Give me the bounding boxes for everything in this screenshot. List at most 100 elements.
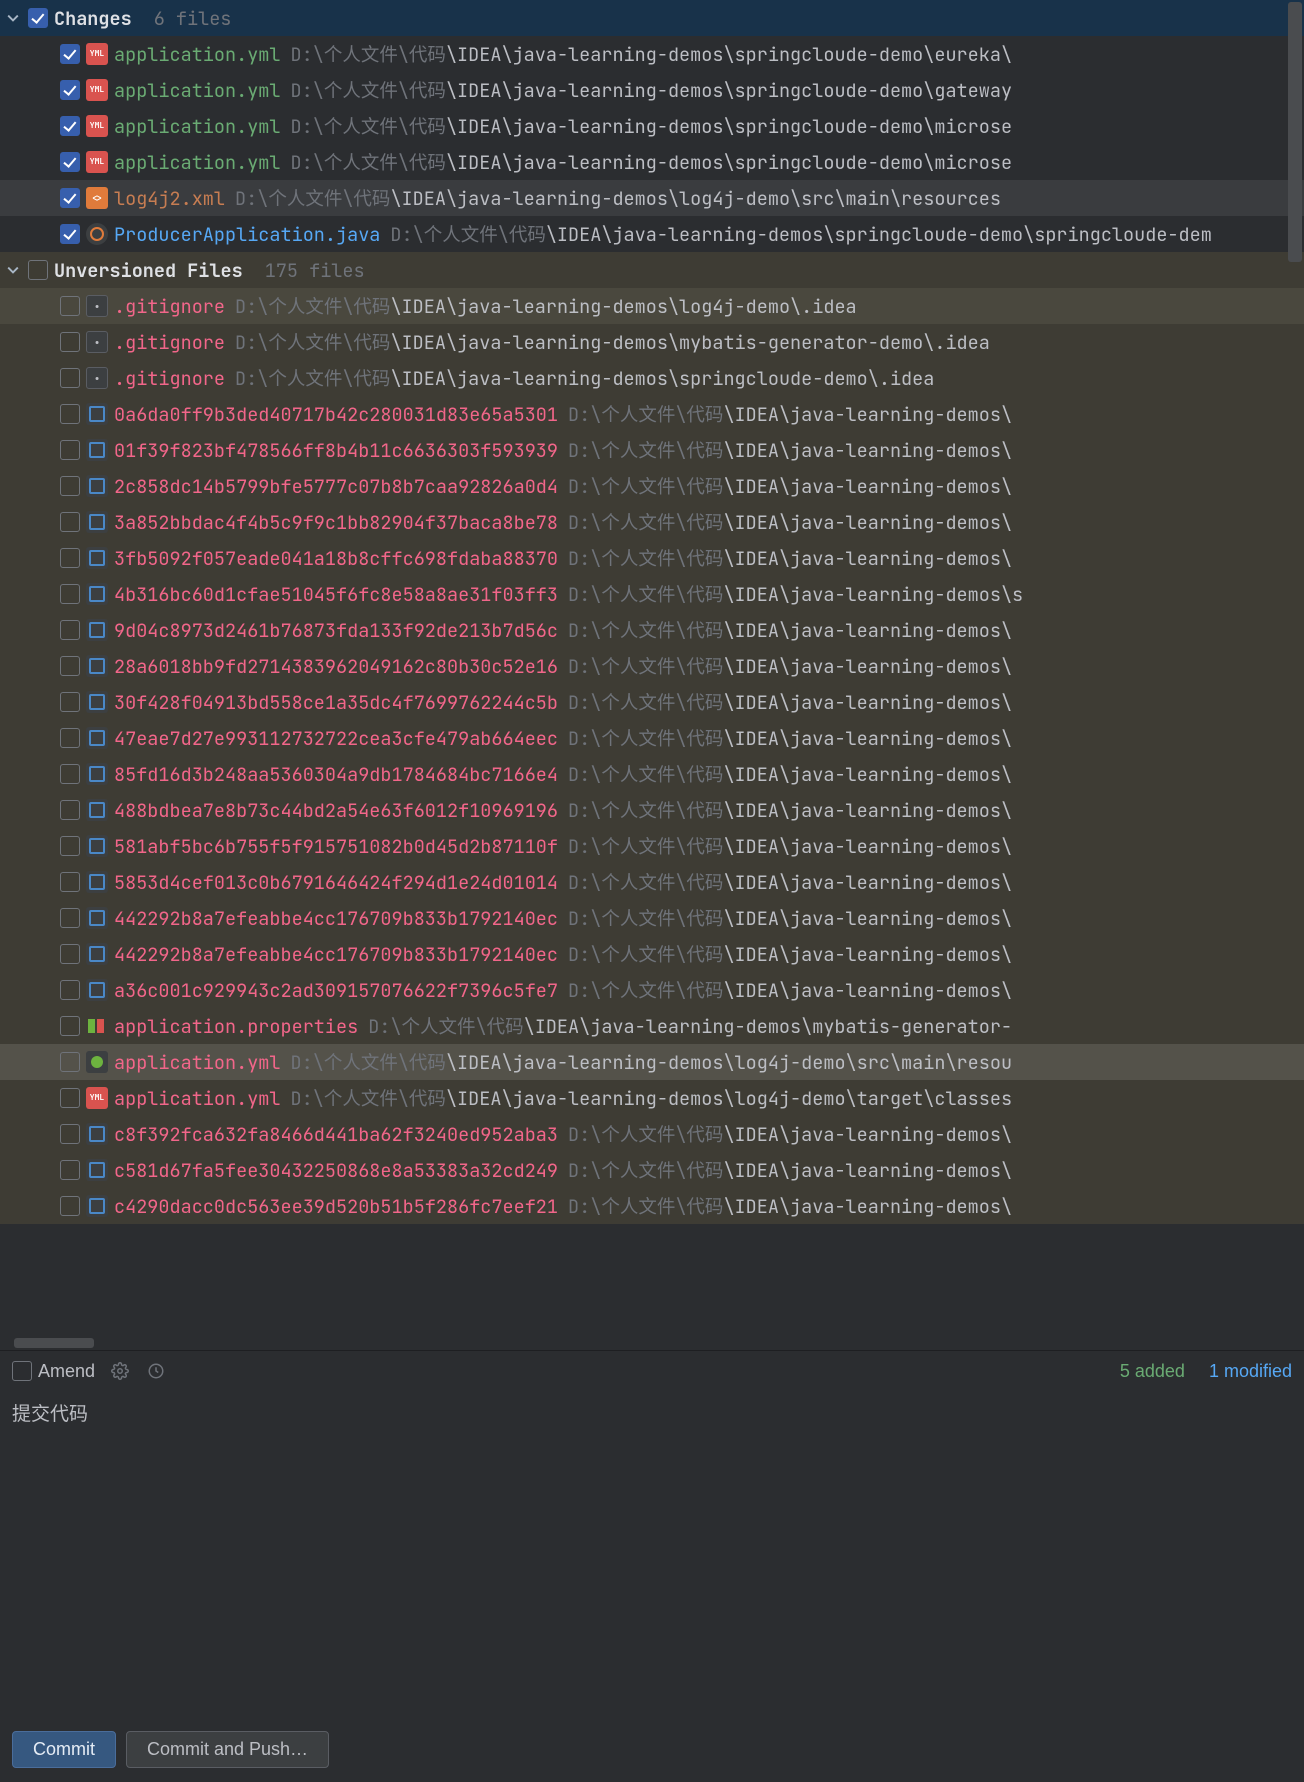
file-row[interactable]: 0a6da0ff9b3ded40717b42c280031d83e65a5301… bbox=[0, 396, 1304, 432]
file-checkbox[interactable] bbox=[60, 368, 80, 388]
file-checkbox[interactable] bbox=[60, 332, 80, 352]
file-checkbox[interactable] bbox=[60, 800, 80, 820]
file-path: D:\个人文件\代码\IDEA\java-learning-demos\spri… bbox=[291, 113, 1013, 139]
file-checkbox[interactable] bbox=[60, 1016, 80, 1036]
file-checkbox[interactable] bbox=[60, 980, 80, 1000]
file-checkbox[interactable] bbox=[60, 188, 80, 208]
file-row[interactable]: 85fd16d3b248aa5360304a9db1784684bc7166e4… bbox=[0, 756, 1304, 792]
file-path: D:\个人文件\代码\IDEA\java-learning-demos\log4… bbox=[291, 1085, 1013, 1111]
file-checkbox[interactable] bbox=[60, 692, 80, 712]
file-name: 85fd16d3b248aa5360304a9db1784684bc7166e4 bbox=[114, 762, 558, 787]
file-checkbox[interactable] bbox=[60, 224, 80, 244]
file-row[interactable]: 442292b8a7efeabbe4cc176709b833b1792140ec… bbox=[0, 900, 1304, 936]
unversioned-section-header[interactable]: Unversioned Files 175 files bbox=[0, 252, 1304, 288]
chevron-down-icon[interactable] bbox=[4, 261, 22, 279]
horizontal-scrollbar-track[interactable] bbox=[0, 1336, 1304, 1350]
file-path: D:\个人文件\代码\IDEA\java-learning-demos\ bbox=[568, 905, 1012, 931]
file-row[interactable]: 3fb5092f057eade041a18b8cffc698fdaba88370… bbox=[0, 540, 1304, 576]
file-row[interactable]: 2c858dc14b5799bfe5777c07b8b7caa92826a0d4… bbox=[0, 468, 1304, 504]
gear-icon[interactable] bbox=[109, 1360, 131, 1382]
file-name: application.yml bbox=[114, 78, 281, 103]
file-row[interactable]: 3a852bbdac4f4b5c9f9c1bb82904f37baca8be78… bbox=[0, 504, 1304, 540]
file-checkbox[interactable] bbox=[60, 116, 80, 136]
file-name: application.yml bbox=[114, 114, 281, 139]
file-checkbox[interactable] bbox=[60, 404, 80, 424]
file-row[interactable]: YMLapplication.ymlD:\个人文件\代码\IDEA\java-l… bbox=[0, 72, 1304, 108]
unversioned-checkbox[interactable] bbox=[28, 260, 48, 280]
commit-button[interactable]: Commit bbox=[12, 1731, 116, 1768]
file-row[interactable]: YMLapplication.ymlD:\个人文件\代码\IDEA\java-l… bbox=[0, 36, 1304, 72]
file-checkbox[interactable] bbox=[60, 872, 80, 892]
file-row[interactable]: YML application.yml D:\个人文件\代码\IDEA\java-l… bbox=[0, 108, 1304, 144]
file-row[interactable]: c8f392fca632fa8466d441ba62f3240ed952aba3… bbox=[0, 1116, 1304, 1152]
file-checkbox[interactable] bbox=[60, 152, 80, 172]
file-row[interactable]: 581abf5bc6b755f5f915751082b0d45d2b87110f… bbox=[0, 828, 1304, 864]
amend-checkbox[interactable] bbox=[12, 1361, 32, 1381]
file-checkbox[interactable] bbox=[60, 944, 80, 964]
file-row[interactable]: 5853d4cef013c0b6791646424f294d1e24d01014… bbox=[0, 864, 1304, 900]
yml-icon: YML bbox=[86, 115, 108, 137]
file-name: 3a852bbdac4f4b5c9f9c1bb82904f37baca8be78 bbox=[114, 510, 558, 535]
file-name: 9d04c8973d2461b76873fda133f92de213b7d56c bbox=[114, 618, 558, 643]
file-row[interactable]: YMLapplication.ymlD:\个人文件\代码\IDEA\java-l… bbox=[0, 144, 1304, 180]
file-checkbox[interactable] bbox=[60, 440, 80, 460]
file-path: D:\个人文件\代码\IDEA\java-learning-demos\ bbox=[568, 689, 1012, 715]
file-checkbox[interactable] bbox=[60, 80, 80, 100]
file-row[interactable]: .gitignoreD:\个人文件\代码\IDEA\java-learning-… bbox=[0, 360, 1304, 396]
commit-and-push-button[interactable]: Commit and Push… bbox=[126, 1731, 329, 1768]
commit-message-input[interactable]: 提交代码 bbox=[0, 1391, 1304, 1721]
history-icon[interactable] bbox=[145, 1360, 167, 1382]
file-checkbox[interactable] bbox=[60, 620, 80, 640]
xml-icon: <> bbox=[86, 187, 108, 209]
file-checkbox[interactable] bbox=[60, 1196, 80, 1216]
file-checkbox[interactable] bbox=[60, 512, 80, 532]
file-checkbox[interactable] bbox=[60, 1124, 80, 1144]
file-checkbox[interactable] bbox=[60, 584, 80, 604]
file-checkbox[interactable] bbox=[60, 908, 80, 928]
file-checkbox[interactable] bbox=[60, 1088, 80, 1108]
yml-icon: YML bbox=[86, 43, 108, 65]
file-row[interactable]: c4290dacc0dc563ee39d520b51b5f286fc7eef21… bbox=[0, 1188, 1304, 1224]
file-row[interactable]: 442292b8a7efeabbe4cc176709b833b1792140ec… bbox=[0, 936, 1304, 972]
changes-section-header[interactable]: Changes 6 files bbox=[0, 0, 1304, 36]
file-checkbox[interactable] bbox=[60, 548, 80, 568]
file-checkbox[interactable] bbox=[60, 764, 80, 784]
horizontal-scrollbar-thumb[interactable] bbox=[14, 1338, 94, 1348]
file-checkbox[interactable] bbox=[60, 1052, 80, 1072]
prop-icon bbox=[86, 1015, 108, 1037]
file-checkbox[interactable] bbox=[60, 1160, 80, 1180]
file-row[interactable]: YMLapplication.ymlD:\个人文件\代码\IDEA\java-l… bbox=[0, 1080, 1304, 1116]
file-checkbox[interactable] bbox=[60, 728, 80, 748]
file-row[interactable]: <>log4j2.xmlD:\个人文件\代码\IDEA\java-learnin… bbox=[0, 180, 1304, 216]
file-name: .gitignore bbox=[114, 330, 225, 355]
file-row[interactable]: application.ymlD:\个人文件\代码\IDEA\java-lear… bbox=[0, 1044, 1304, 1080]
file-row[interactable]: a36c001c929943c2ad309157076622f7396c5fe7… bbox=[0, 972, 1304, 1008]
changes-checkbox[interactable] bbox=[28, 8, 48, 28]
vertical-scrollbar[interactable] bbox=[1288, 2, 1302, 262]
file-row[interactable]: 47eae7d27e993112732722cea3cfe479ab664eec… bbox=[0, 720, 1304, 756]
file-checkbox[interactable] bbox=[60, 476, 80, 496]
changes-tree[interactable]: Changes 6 files YMLapplication.ymlD:\个人文… bbox=[0, 0, 1304, 1350]
file-row[interactable]: .gitignoreD:\个人文件\代码\IDEA\java-learning-… bbox=[0, 288, 1304, 324]
file-row[interactable]: 28a6018bb9fd2714383962049162c80b30c52e16… bbox=[0, 648, 1304, 684]
file-row[interactable]: 01f39f823bf478566ff8b4b11c6636303f593939… bbox=[0, 432, 1304, 468]
file-checkbox[interactable] bbox=[60, 296, 80, 316]
file-row[interactable]: c581d67fa5fee30432250868e8a53383a32cd249… bbox=[0, 1152, 1304, 1188]
file-row[interactable]: application.propertiesD:\个人文件\代码\IDEA\ja… bbox=[0, 1008, 1304, 1044]
unversioned-count: 175 files bbox=[265, 258, 365, 283]
file-row[interactable]: ProducerApplication.javaD:\个人文件\代码\IDEA\… bbox=[0, 216, 1304, 252]
file-checkbox[interactable] bbox=[60, 44, 80, 64]
file-name: 28a6018bb9fd2714383962049162c80b30c52e16 bbox=[114, 654, 558, 679]
file-row[interactable]: 488bdbea7e8b73c44bd2a54e63f6012f10969196… bbox=[0, 792, 1304, 828]
file-row[interactable]: 4b316bc60d1cfae51045f6fc8e58a8ae31f03ff3… bbox=[0, 576, 1304, 612]
file-path: D:\个人文件\代码\IDEA\java-learning-demos\ bbox=[568, 617, 1012, 643]
file-checkbox[interactable] bbox=[60, 836, 80, 856]
file-row[interactable]: 30f428f04913bd558ce1a35dc4f7699762244c5b… bbox=[0, 684, 1304, 720]
file-path: D:\个人文件\代码\IDEA\java-learning-demos\ bbox=[568, 473, 1012, 499]
hash-icon bbox=[86, 583, 108, 605]
file-checkbox[interactable] bbox=[60, 656, 80, 676]
file-row[interactable]: 9d04c8973d2461b76873fda133f92de213b7d56c… bbox=[0, 612, 1304, 648]
file-path: D:\个人文件\代码\IDEA\java-learning-demos\log4… bbox=[235, 185, 1001, 211]
file-row[interactable]: .gitignoreD:\个人文件\代码\IDEA\java-learning-… bbox=[0, 324, 1304, 360]
chevron-down-icon[interactable] bbox=[4, 9, 22, 27]
